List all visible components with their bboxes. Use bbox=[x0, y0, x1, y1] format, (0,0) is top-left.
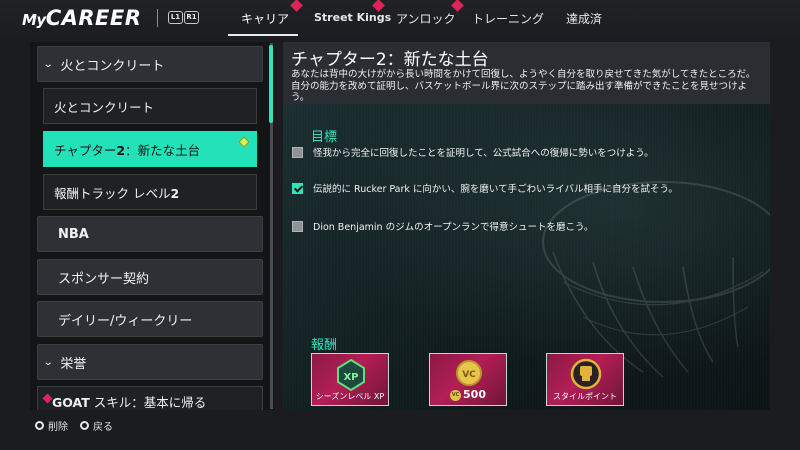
logo-career: CAREER bbox=[45, 6, 142, 30]
level-number: 2 bbox=[170, 186, 180, 201]
section-label: スポンサー契約 bbox=[58, 271, 150, 287]
section-label: デイリー/ウィークリー bbox=[58, 313, 193, 329]
tab-training[interactable]: トレーニング bbox=[472, 10, 544, 27]
back-hint[interactable]: 戻る bbox=[93, 418, 113, 433]
sidebar-scrollbar-thumb[interactable] bbox=[269, 45, 273, 123]
list-item-fire-and-concrete[interactable]: 火とコンクリート bbox=[43, 88, 257, 124]
goat-label: GOAT bbox=[52, 395, 90, 410]
vc-coin-icon: VC bbox=[456, 360, 482, 386]
chapter-detail-panel: チャプター2：新たな土台 あなたは背中の大けがから長い時間をかけて回復し、ようや… bbox=[283, 42, 770, 410]
section-honors[interactable]: ⌄ 栄誉 bbox=[37, 344, 263, 380]
delete-hint[interactable]: 削除 bbox=[48, 418, 68, 433]
list-item-label: スキル：基本に帰る bbox=[89, 395, 207, 410]
button-hints: 削除 戻る bbox=[35, 418, 113, 433]
reward-vc[interactable]: VC VC 500 bbox=[429, 353, 507, 406]
svg-text:VC: VC bbox=[462, 370, 476, 380]
chapter-header: チャプター2：新たな土台 あなたは背中の大けがから長い時間をかけて回復し、ようや… bbox=[283, 42, 770, 104]
section-fire-and-concrete[interactable]: ⌄ 火とコンクリート bbox=[37, 46, 263, 82]
tab-street-kings[interactable]: Street Kings bbox=[314, 11, 391, 24]
active-tab-underline bbox=[228, 34, 298, 36]
reward-season-xp[interactable]: XP シーズンレベル XP bbox=[311, 353, 389, 406]
list-item-chapter-2[interactable]: チャプター2：新たな土台 bbox=[43, 131, 257, 167]
checked-checkbox-icon bbox=[292, 182, 303, 194]
mycareer-logo: My CAREER bbox=[22, 6, 141, 32]
top-bar: My CAREER L1 R1 キャリア Street Kings アンロック … bbox=[0, 0, 800, 38]
rewards-title: 報酬 bbox=[311, 338, 338, 353]
reward-style-points[interactable]: スタイルポイント bbox=[546, 353, 624, 406]
tab-career[interactable]: キャリア bbox=[241, 10, 289, 27]
goal-item[interactable]: Dion Benjamin のジムのオープンランで得意シュートを磨こう。 bbox=[292, 219, 593, 233]
list-item-goat-skill[interactable]: GOAT スキル：基本に帰る bbox=[37, 386, 263, 410]
circle-button-icon bbox=[35, 421, 44, 430]
reward-label: シーズンレベル XP bbox=[315, 392, 385, 401]
chapter-number: 2 bbox=[116, 143, 126, 158]
unchecked-checkbox-icon bbox=[292, 220, 303, 232]
list-item-label: 報酬トラック レベル bbox=[54, 186, 171, 201]
notification-icon bbox=[42, 393, 53, 404]
list-item-reward-track[interactable]: 報酬トラック レベル2 bbox=[43, 174, 257, 210]
goal-text: 伝説的に Rucker Park に向かい、腕を磨いて手ごわいライバル相手に自分… bbox=[313, 184, 678, 195]
reward-label: スタイルポイント bbox=[553, 392, 617, 401]
reward-value: VC 500 bbox=[430, 388, 506, 401]
reward-amount: 500 bbox=[463, 388, 486, 401]
l1-button-icon[interactable]: L1 bbox=[168, 11, 183, 24]
basketball-net-decoration bbox=[542, 181, 770, 378]
section-nba[interactable]: NBA bbox=[37, 216, 263, 252]
logo-divider bbox=[157, 9, 158, 27]
section-label: 火とコンクリート bbox=[60, 58, 165, 74]
goal-text: 怪我から完全に回復したことを証明して、公式試合への復帰に勢いをつけよう。 bbox=[313, 148, 654, 159]
section-sponsor[interactable]: スポンサー契約 bbox=[37, 259, 263, 295]
new-badge-icon bbox=[238, 136, 250, 148]
circle-button-icon bbox=[80, 421, 89, 430]
vc-small-icon: VC bbox=[450, 389, 462, 401]
svg-text:XP: XP bbox=[343, 372, 358, 383]
chapter-title: チャプター2：新たな土台 bbox=[291, 50, 489, 70]
r1-button-icon[interactable]: R1 bbox=[184, 11, 199, 24]
tab-unlock[interactable]: アンロック bbox=[396, 10, 456, 27]
style-points-icon bbox=[570, 358, 602, 390]
notification-icon bbox=[290, 0, 303, 12]
unchecked-checkbox-icon bbox=[292, 146, 303, 158]
list-item-label: チャプター bbox=[54, 143, 117, 158]
chevron-down-icon: ⌄ bbox=[42, 58, 54, 70]
section-daily-weekly[interactable]: デイリー/ウィークリー bbox=[37, 301, 263, 337]
chevron-down-icon: ⌄ bbox=[42, 356, 54, 368]
list-item-label: 火とコンクリート bbox=[54, 100, 155, 115]
goal-item[interactable]: 怪我から完全に回復したことを証明して、公式試合への復帰に勢いをつけよう。 bbox=[292, 145, 654, 159]
xp-icon: XP bbox=[337, 358, 365, 392]
chapter-description: あなたは背中の大けがから長い時間をかけて回復し、ようやく自分を取り戻せてきた気が… bbox=[291, 69, 756, 103]
section-label: 栄誉 bbox=[60, 356, 87, 372]
logo-my: My bbox=[22, 11, 46, 29]
goal-text: Dion Benjamin のジムのオープンランで得意シュートを磨こう。 bbox=[313, 222, 594, 233]
section-label: NBA bbox=[58, 226, 89, 242]
tab-completed[interactable]: 達成済 bbox=[566, 10, 602, 27]
chapter-subtitle: ：新たな土台 bbox=[125, 143, 201, 158]
chapter-sidebar: ⌄ 火とコンクリート 火とコンクリート チャプター2：新たな土台 報酬トラック … bbox=[30, 42, 274, 410]
goals-title: 目標 bbox=[311, 130, 338, 145]
goal-item[interactable]: 伝説的に Rucker Park に向かい、腕を磨いて手ごわいライバル相手に自分… bbox=[292, 181, 678, 195]
